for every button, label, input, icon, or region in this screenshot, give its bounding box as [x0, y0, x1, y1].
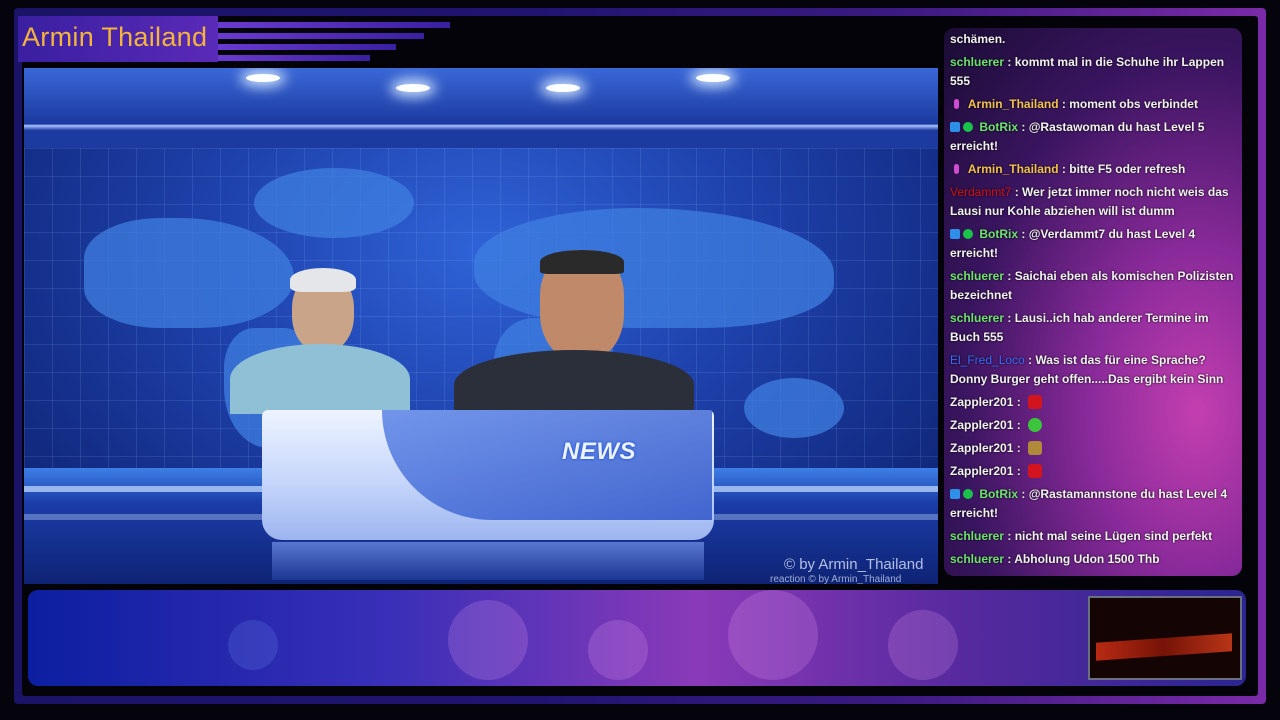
chat-message: Zappler201 :	[950, 393, 1240, 412]
title-stripe	[218, 55, 370, 61]
verified-badge-icon	[963, 122, 973, 132]
title-stripe	[218, 22, 450, 28]
chat-username[interactable]: Armin_Thailand	[968, 162, 1059, 176]
ceiling-light	[696, 74, 730, 82]
channel-title: Armin Thailand	[22, 22, 208, 52]
chat-username[interactable]: BotRix	[979, 120, 1018, 134]
chat-message: El_Fred_Loco : Was ist das für eine Spra…	[950, 353, 1224, 386]
chat-message-list: schämen. schluerer : kommt mal in die Sc…	[950, 28, 1240, 573]
desk-news-label: NEWS	[562, 438, 636, 465]
chat-message: Zappler201 :	[950, 416, 1240, 435]
chat-username[interactable]: Zappler201	[950, 395, 1013, 409]
bottom-banner	[28, 590, 1246, 686]
chat-message: BotRix : @Rastamannstone du hast Level 4…	[950, 487, 1228, 520]
broadcaster-icon	[954, 99, 959, 109]
chat-username[interactable]: schluerer	[950, 55, 1004, 69]
emote-icon	[1028, 395, 1043, 409]
chat-message: BotRix : @Verdammt7 du hast Level 4 erre…	[950, 227, 1196, 260]
channel-title-banner: Armin Thailand	[18, 16, 218, 62]
chat-username[interactable]: schluerer	[950, 552, 1004, 566]
chat-username[interactable]: schluerer	[950, 311, 1004, 325]
chat-username[interactable]: El_Fred_Loco	[950, 353, 1025, 367]
chat-username[interactable]: schluerer	[950, 529, 1004, 543]
video-feed[interactable]: NEWS © by Armin_Thailand reaction © by A…	[24, 68, 938, 584]
ceiling-light	[246, 74, 280, 82]
bot-badge-icon	[950, 229, 960, 239]
verified-badge-icon	[963, 229, 973, 239]
bot-badge-icon	[950, 122, 960, 132]
desk-reflection	[272, 542, 704, 580]
news-desk: NEWS	[262, 410, 714, 540]
chat-message: Verdammt7 : Wer jetzt immer noch nicht w…	[950, 185, 1229, 218]
chat-username[interactable]: Zappler201	[950, 418, 1013, 432]
chat-username[interactable]: Zappler201	[950, 464, 1013, 478]
title-stripe	[218, 33, 424, 39]
ceiling-light	[396, 84, 430, 92]
chat-username[interactable]: schluerer	[950, 269, 1004, 283]
bot-badge-icon	[950, 489, 960, 499]
chat-message: Armin_Thailand : moment obs verbindet	[950, 95, 1240, 114]
watermark: © by Armin_Thailand	[784, 556, 924, 573]
emote-icon	[1028, 441, 1043, 455]
chat-message: schluerer : nicht mal seine Lügen sind p…	[950, 529, 1213, 543]
chat-username[interactable]: Zappler201	[950, 441, 1013, 455]
chat-message: schluerer : kommt mal in die Schuhe ihr …	[950, 55, 1225, 88]
chat-message: schämen.	[950, 32, 1006, 46]
chat-username[interactable]: Verdammt7	[950, 185, 1011, 199]
chat-username[interactable]: Armin_Thailand	[968, 97, 1059, 111]
chat-username[interactable]: BotRix	[979, 487, 1018, 501]
title-stripe	[218, 44, 396, 50]
emote-icon	[1028, 464, 1043, 478]
chat-message: schluerer : Abholung Udon 1500 Thb	[950, 552, 1160, 566]
host-right	[454, 250, 694, 420]
host-left	[230, 268, 410, 414]
broadcaster-icon	[954, 164, 959, 174]
studio-ceiling	[24, 68, 938, 148]
chat-message: Zappler201 :	[950, 439, 1240, 458]
ceiling-light	[546, 84, 580, 92]
chat-message: schluerer : Saichai eben als komischen P…	[950, 269, 1234, 302]
secondary-camera[interactable]	[1088, 596, 1242, 680]
watermark-sub: reaction © by Armin_Thailand	[770, 574, 902, 584]
chat-panel[interactable]: schämen. schluerer : kommt mal in die Sc…	[944, 28, 1242, 576]
chat-message: Armin_Thailand : bitte F5 oder refresh	[950, 160, 1240, 179]
verified-badge-icon	[963, 489, 973, 499]
chat-message: Zappler201 :	[950, 462, 1240, 481]
chat-username[interactable]: BotRix	[979, 227, 1018, 241]
emote-icon	[1028, 418, 1043, 432]
chat-message: schluerer : Lausi..ich hab anderer Termi…	[950, 311, 1209, 344]
chat-message: BotRix : @Rastawoman du hast Level 5 err…	[950, 120, 1205, 153]
